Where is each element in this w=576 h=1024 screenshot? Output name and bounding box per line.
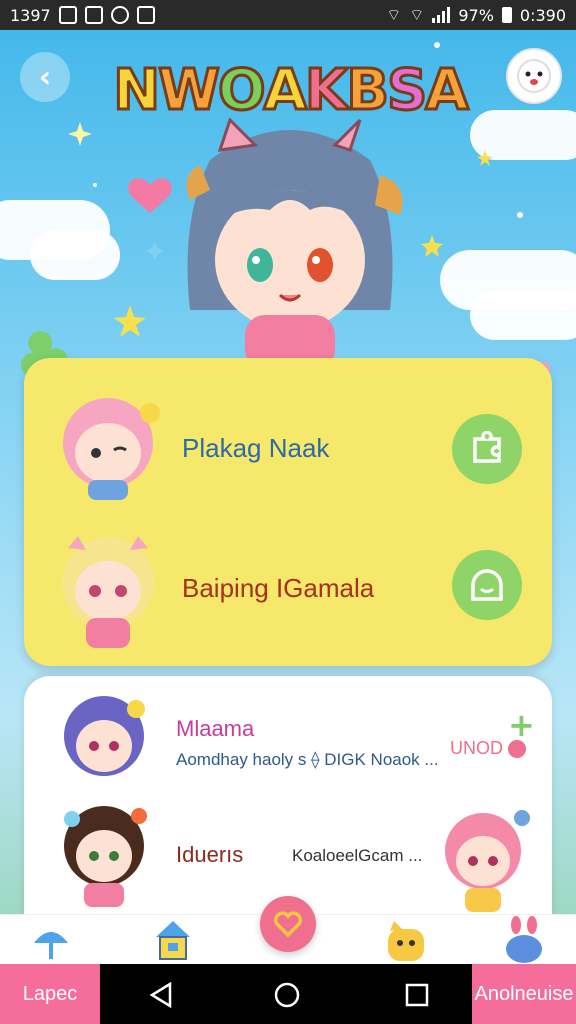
recents-square-icon[interactable] — [400, 978, 434, 1012]
pink-hair-character-sticker — [445, 810, 530, 912]
purple-hair-character-avatar — [64, 696, 145, 776]
heart-icon — [274, 911, 302, 937]
sparkle-icon — [68, 122, 92, 146]
cat-icon[interactable] — [382, 917, 430, 965]
blonde-character-avatar — [62, 536, 154, 648]
puzzle-icon — [473, 431, 501, 463]
umbrella-icon[interactable] — [30, 921, 72, 963]
profile-avatar-button[interactable] — [506, 48, 562, 104]
home-icon[interactable] — [152, 917, 194, 963]
favorite-fab-button[interactable] — [260, 896, 316, 952]
back-arrow-icon: ‹ — [38, 59, 52, 95]
list-item[interactable]: Baiping IGamala — [24, 518, 552, 658]
sparkle-dot — [434, 42, 440, 48]
star-icon — [477, 150, 493, 166]
list-item[interactable]: Plakag Naak — [24, 378, 552, 518]
ghost-face-icon — [517, 59, 551, 93]
puzzle-button[interactable] — [452, 414, 522, 484]
slime-face-icon — [471, 569, 503, 601]
pink-hair-character-avatar — [63, 398, 160, 500]
status-badge: UNOD — [450, 738, 503, 758]
left-tab-button[interactable]: Lapec — [0, 964, 100, 1024]
sparkle-dot — [93, 183, 97, 187]
list-item-label: Baiping IGamala — [182, 572, 375, 603]
list-item-label: Plakag Naak — [182, 432, 330, 463]
hero-character-illustration — [186, 117, 403, 370]
back-triangle-icon[interactable] — [144, 978, 178, 1012]
right-tab-button[interactable]: Anolneuise — [472, 964, 576, 1024]
bunny-icon[interactable] — [500, 915, 548, 965]
list-item-title: Mlaama — [176, 716, 255, 741]
plus-icon[interactable]: + — [508, 706, 535, 744]
home-circle-icon[interactable] — [270, 978, 304, 1012]
slime-button[interactable] — [452, 550, 522, 620]
list-item-subtitle: KoaloeelGcam ... — [292, 846, 423, 865]
list-item-title: Iduerıs — [176, 842, 244, 867]
list-item-subtitle: Aomdhay haoly s ⟠ DIGK Noaok ... — [176, 750, 439, 769]
title-letter: A — [424, 57, 470, 125]
list-item[interactable]: Mlaama Aomdhay haoly s ⟠ DIGK Noaok ... … — [24, 686, 552, 796]
star-icon — [114, 305, 146, 337]
sparkle-dot — [517, 212, 523, 218]
brown-hair-character-avatar — [64, 806, 147, 907]
featured-card: Plakag Naak Baiping IGamala — [24, 358, 552, 666]
back-button[interactable]: ‹ — [20, 52, 70, 102]
